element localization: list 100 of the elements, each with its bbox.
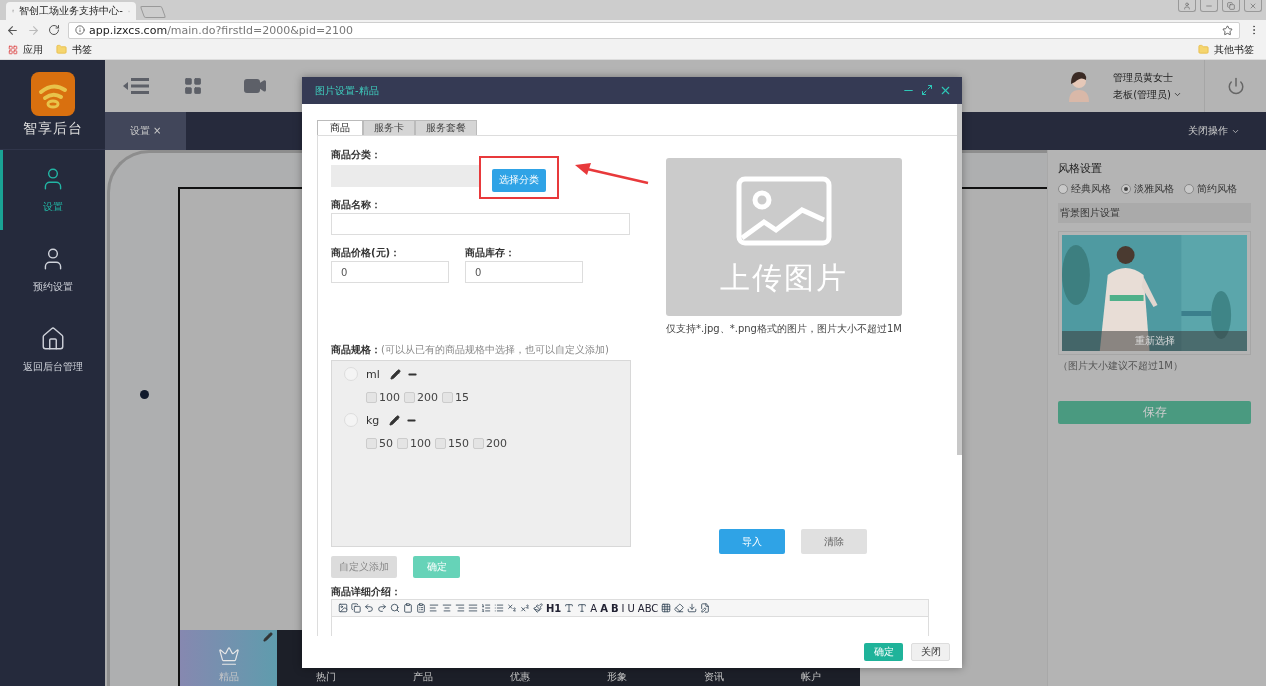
rich-text-editor[interactable]: H1 A A B I U ABC bbox=[331, 599, 929, 636]
align-right-icon[interactable] bbox=[455, 603, 465, 613]
spec-option[interactable]: 200 bbox=[473, 436, 507, 450]
page-tab[interactable]: 设置 × bbox=[105, 112, 186, 150]
paste-list-icon[interactable] bbox=[416, 603, 426, 613]
name-field[interactable] bbox=[331, 213, 630, 235]
checkbox[interactable] bbox=[366, 437, 377, 449]
checkbox[interactable] bbox=[397, 437, 408, 449]
search-icon[interactable] bbox=[390, 603, 400, 613]
dialog-tab[interactable]: 服务卡 bbox=[363, 120, 415, 135]
justify-icon[interactable] bbox=[468, 603, 478, 613]
align-center-icon[interactable] bbox=[442, 603, 452, 613]
grid-icon[interactable] bbox=[183, 76, 203, 96]
edit-icon[interactable] bbox=[700, 603, 711, 613]
font-size-icon[interactable] bbox=[577, 603, 588, 613]
pencil-icon[interactable] bbox=[389, 414, 401, 426]
new-tab-button[interactable] bbox=[139, 6, 167, 18]
info-icon[interactable] bbox=[75, 25, 85, 35]
close-icon[interactable] bbox=[939, 84, 952, 97]
bookmark-link[interactable]: 其他书签 bbox=[1214, 42, 1254, 57]
stock-field[interactable]: 0 bbox=[465, 261, 583, 283]
browser-tab[interactable]: 智创工场业务支持中心- bbox=[6, 2, 136, 20]
highlight-button[interactable]: A bbox=[600, 602, 608, 614]
user-icon bbox=[1183, 1, 1191, 10]
subscript-icon[interactable] bbox=[507, 603, 517, 613]
radio[interactable] bbox=[1121, 184, 1131, 194]
upload-caption: 仅支持*.jpg、*.png格式的图片，图片大小不超过1M bbox=[666, 322, 902, 336]
sidebar-item[interactable]: 返回后台管理 bbox=[0, 310, 105, 390]
bullet-list-icon[interactable] bbox=[494, 603, 504, 613]
scrollbar[interactable] bbox=[957, 104, 962, 455]
font-color-button[interactable]: A bbox=[590, 602, 598, 614]
paste-icon[interactable] bbox=[403, 603, 413, 613]
field-label: 商品规格： bbox=[331, 344, 381, 356]
bookmark-link[interactable]: 应用 bbox=[23, 42, 43, 57]
star-icon[interactable] bbox=[1222, 24, 1233, 36]
spec-option[interactable]: 100 bbox=[397, 436, 431, 450]
superscript-icon[interactable] bbox=[520, 603, 530, 613]
dialog-tab[interactable]: 服务套餐 bbox=[415, 120, 477, 135]
checkbox[interactable] bbox=[404, 391, 415, 403]
spec-option[interactable]: 100 bbox=[366, 390, 400, 404]
address-field[interactable]: app.izxcs.com/main.do?firstId=2000&pid=2100 bbox=[68, 21, 1240, 39]
style-option[interactable]: 简约风格 bbox=[1184, 182, 1237, 196]
brand-name: 智享后台 bbox=[22, 119, 83, 138]
undo-icon[interactable] bbox=[364, 603, 374, 613]
crown-icon bbox=[217, 645, 240, 667]
spec-option[interactable]: 150 bbox=[435, 436, 469, 450]
strikethrough-button[interactable]: ABC bbox=[637, 602, 659, 614]
forward-icon[interactable] bbox=[27, 23, 40, 37]
power-icon[interactable] bbox=[1226, 77, 1245, 95]
spec-option[interactable]: 200 bbox=[404, 390, 438, 404]
avatar bbox=[1067, 70, 1092, 102]
sidebar-item[interactable]: 预约设置 bbox=[0, 230, 105, 310]
radio[interactable] bbox=[1058, 184, 1068, 194]
camera-dot bbox=[139, 390, 149, 399]
field-label: 商品库存： bbox=[465, 247, 516, 259]
redo-icon[interactable] bbox=[377, 603, 387, 613]
pencil-icon[interactable] bbox=[389, 368, 401, 380]
insert-image-icon[interactable] bbox=[338, 603, 348, 613]
dialog-tab[interactable]: 商品 bbox=[317, 120, 363, 135]
spec-option[interactable]: 15 bbox=[442, 390, 469, 404]
restore-button[interactable] bbox=[1222, 0, 1240, 12]
menu-collapse-icon[interactable] bbox=[123, 77, 149, 95]
apps-icon[interactable] bbox=[8, 44, 18, 55]
profile-button[interactable] bbox=[1178, 0, 1196, 12]
reselect-button[interactable]: 重新选择 bbox=[1062, 331, 1247, 351]
eraser-icon[interactable] bbox=[674, 603, 685, 613]
caret-icon bbox=[1173, 90, 1182, 99]
user-name: 管理员黄女士 bbox=[1113, 70, 1175, 85]
heading-button[interactable]: H1 bbox=[546, 602, 562, 614]
table-icon[interactable] bbox=[661, 603, 672, 613]
radio[interactable] bbox=[1184, 184, 1194, 194]
close-tabs-menu[interactable]: 关闭操作 bbox=[1188, 124, 1240, 138]
style-option[interactable]: 经典风格 bbox=[1058, 182, 1111, 196]
bold-button[interactable]: B bbox=[610, 602, 619, 614]
spec-option[interactable]: 50 bbox=[366, 436, 393, 450]
back-icon[interactable] bbox=[6, 23, 19, 37]
download-icon[interactable] bbox=[687, 603, 698, 613]
underline-button[interactable]: U bbox=[627, 602, 635, 614]
close-button[interactable]: 关闭 bbox=[911, 643, 950, 661]
style-option[interactable]: 淡雅风格 bbox=[1121, 182, 1174, 196]
checkbox[interactable] bbox=[435, 437, 446, 449]
restore-icon bbox=[1227, 1, 1235, 10]
align-left-icon[interactable] bbox=[429, 603, 439, 613]
checkbox[interactable] bbox=[473, 437, 484, 449]
field-label: 商品名称： bbox=[331, 199, 382, 211]
copy-icon[interactable] bbox=[351, 603, 361, 613]
italic-button[interactable]: I bbox=[621, 602, 625, 614]
bookmark-link[interactable]: 书签 bbox=[72, 42, 92, 57]
close-button[interactable] bbox=[1244, 0, 1262, 12]
minimize-button[interactable] bbox=[1200, 0, 1218, 12]
close-icon bbox=[1249, 1, 1257, 10]
maximize-icon[interactable] bbox=[921, 84, 933, 96]
checkbox[interactable] bbox=[366, 391, 377, 403]
ordered-list-icon[interactable] bbox=[481, 603, 491, 613]
reload-icon[interactable] bbox=[48, 24, 60, 36]
brush-icon[interactable] bbox=[533, 603, 543, 613]
user-role-menu[interactable]: 老板(管理员) bbox=[1113, 87, 1182, 102]
price-field[interactable]: 0 bbox=[331, 261, 449, 283]
font-icon[interactable] bbox=[564, 603, 575, 613]
checkbox[interactable] bbox=[442, 391, 453, 403]
